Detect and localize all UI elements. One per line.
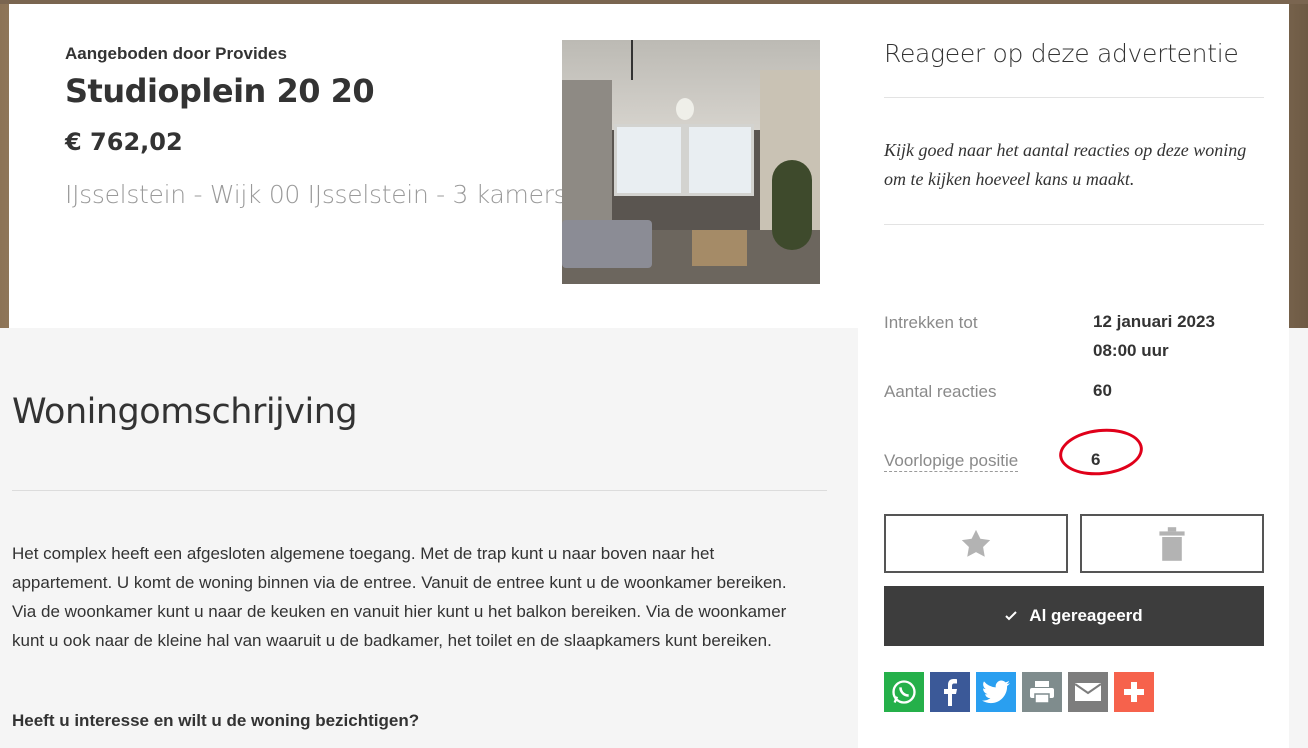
- description-title: Woningomschrijving: [12, 392, 358, 432]
- sidebar-note: Kijk goed naar het aantal reacties op de…: [884, 140, 1247, 189]
- already-reacted-label: Al gereageerd: [1029, 606, 1143, 625]
- reactions-label: Aantal reacties: [884, 382, 997, 401]
- reactions-value: 60: [1093, 381, 1112, 400]
- red-highlight-circle: [1056, 424, 1146, 480]
- print-icon[interactable]: [1022, 672, 1062, 712]
- listing-location: IJsselstein - Wijk 00 IJsselstein - 3 ka…: [65, 180, 567, 209]
- delete-button[interactable]: [1080, 514, 1264, 573]
- listing-header: Aangeboden door Provides Studioplein 20 …: [9, 4, 858, 328]
- trash-icon: [1159, 526, 1185, 561]
- sidebar-divider: [884, 224, 1264, 225]
- listing-provider: Aangeboden door Provides: [65, 44, 287, 63]
- description-divider: [12, 490, 827, 491]
- viewing-question: Heeft u interesse en wilt u de woning be…: [12, 711, 420, 730]
- position-label[interactable]: Voorlopige positie: [884, 451, 1019, 472]
- star-icon: [961, 529, 991, 557]
- twitter-icon[interactable]: [976, 672, 1016, 712]
- description-text: Het complex heeft een afgesloten algemen…: [12, 544, 787, 650]
- more-icon[interactable]: [1114, 672, 1154, 712]
- favorite-button[interactable]: [884, 514, 1068, 573]
- facebook-icon[interactable]: [930, 672, 970, 712]
- whatsapp-icon[interactable]: [884, 672, 924, 712]
- reaction-sidebar: Reageer op deze advertentie Kijk goed na…: [858, 4, 1289, 748]
- withdraw-time: 08:00 uur: [1093, 341, 1169, 360]
- sidebar-title: Reageer op deze advertentie: [884, 39, 1239, 68]
- already-reacted-button[interactable]: Al gereageerd: [884, 586, 1264, 646]
- listing-title: Studioplein 20 20: [65, 72, 375, 110]
- withdraw-label: Intrekken tot: [884, 313, 978, 332]
- check-icon: [1005, 611, 1018, 621]
- email-icon[interactable]: [1068, 672, 1108, 712]
- listing-price: € 762,02: [65, 128, 183, 156]
- withdraw-date: 12 januari 2023: [1093, 312, 1215, 331]
- listing-photo[interactable]: [562, 40, 820, 284]
- sidebar-divider: [884, 97, 1264, 98]
